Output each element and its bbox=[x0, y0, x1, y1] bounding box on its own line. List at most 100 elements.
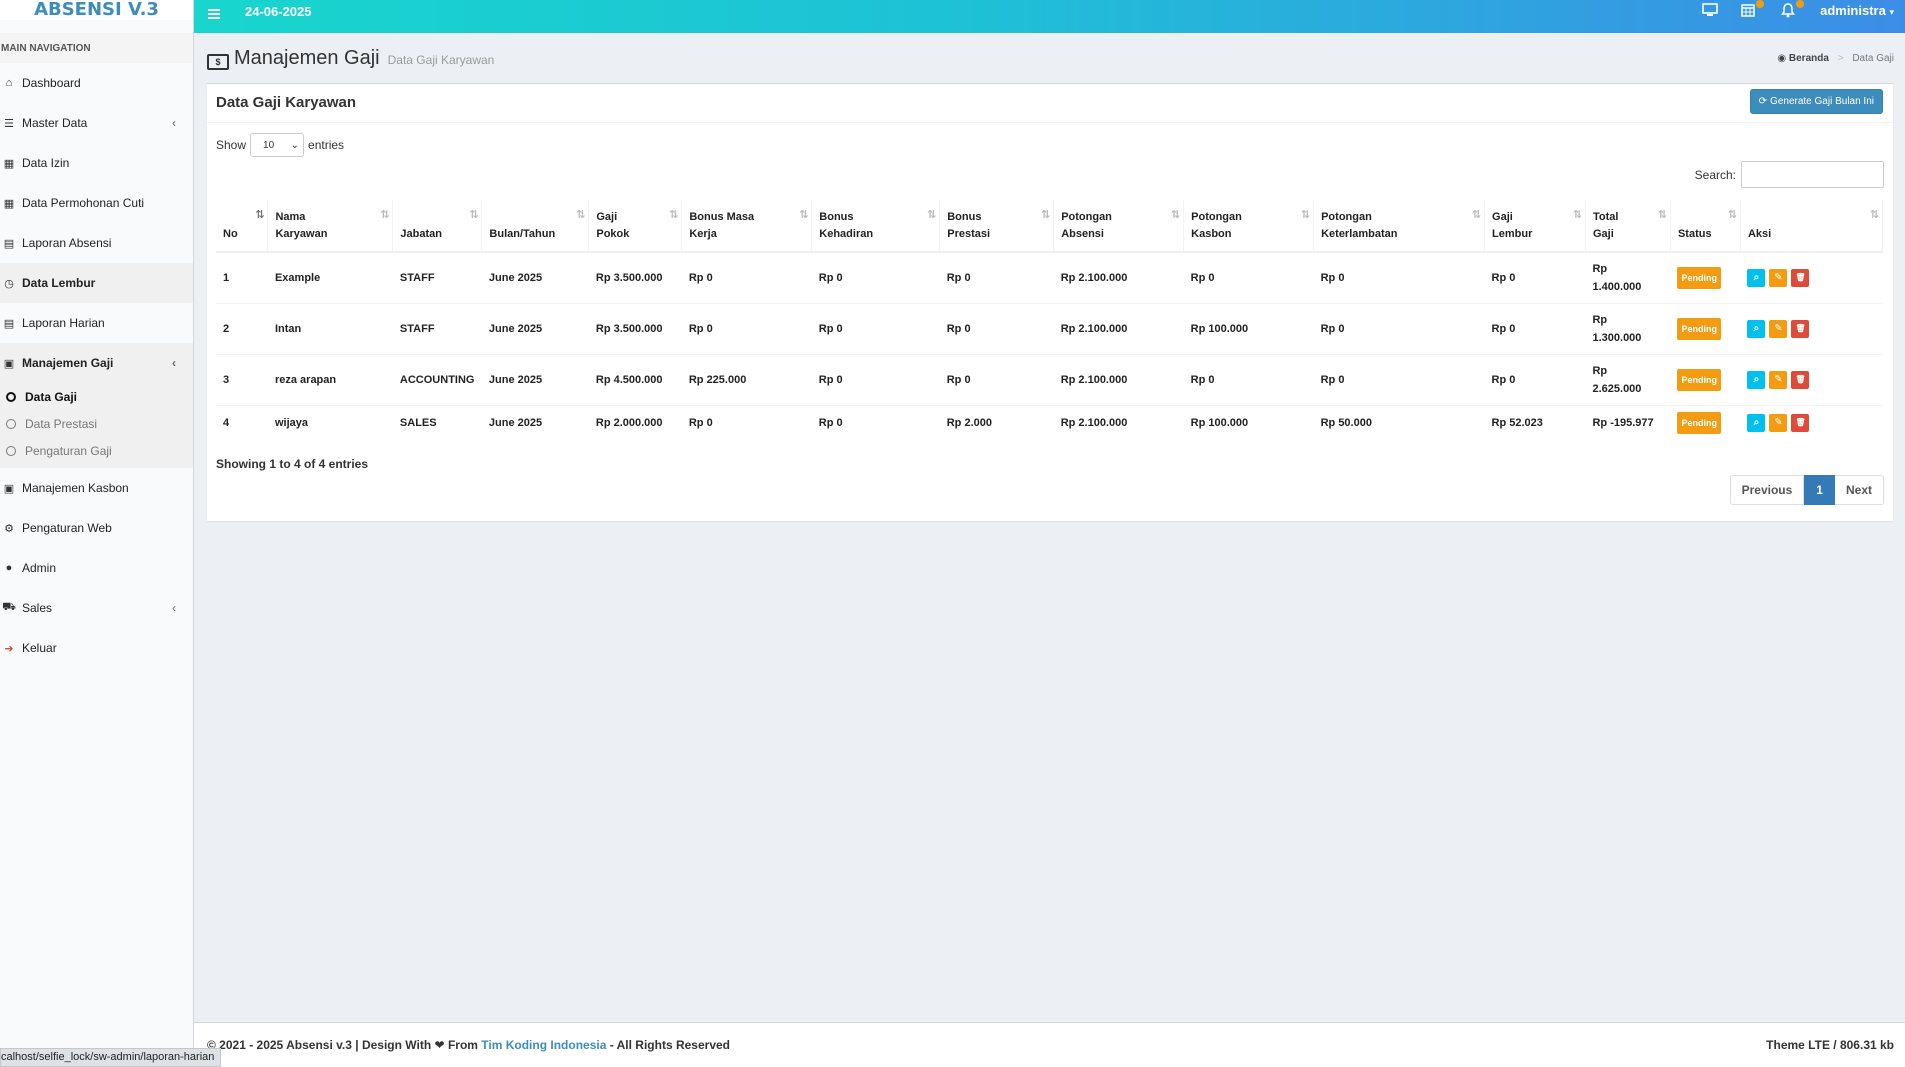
generate-salary-button[interactable]: ⟳ Generate Gaji Bulan Ini bbox=[1749, 89, 1883, 114]
pencil-icon: ✎ bbox=[1774, 323, 1783, 334]
browser-status-url: calhost/selfie_lock/sw-admin/laporan-har… bbox=[0, 1048, 222, 1067]
submenu-item-data-gaji[interactable]: Data Gaji bbox=[0, 383, 193, 410]
edit-button[interactable]: ✎ bbox=[1769, 269, 1788, 288]
cart-icon: ⛟ bbox=[2, 601, 16, 613]
cell-nama: Intan bbox=[267, 302, 393, 354]
edit-button[interactable]: ✎ bbox=[1769, 320, 1788, 338]
hamburger-menu-icon[interactable] bbox=[208, 9, 220, 19]
column-header[interactable]: Bonus Prestasi ⇅ bbox=[939, 200, 1055, 253]
delete-button[interactable]: 🗑 bbox=[1791, 320, 1810, 338]
sidebar-item-data-lembur[interactable]: ◷ Data Lembur bbox=[0, 263, 193, 303]
column-header[interactable]: Bonus Kehadiran ⇅ bbox=[811, 200, 941, 253]
search-input[interactable] bbox=[1741, 161, 1884, 188]
sidebar-item-manajemen-kasbon[interactable]: ▣ Manajemen Kasbon bbox=[0, 468, 193, 508]
cell-gaji-pokok: Rp 2.000.000 bbox=[588, 404, 682, 440]
view-button[interactable]: ⌕ bbox=[1747, 414, 1766, 433]
sidebar-item-sales[interactable]: ⛟ Sales ‹ bbox=[0, 588, 193, 628]
notification-badge bbox=[1796, 0, 1804, 8]
sidebar-item-laporan-absensi[interactable]: ▤ Laporan Absensi bbox=[0, 223, 193, 263]
view-button[interactable]: ⌕ bbox=[1747, 269, 1766, 288]
column-header[interactable]: Bulan/Tahun ⇅ bbox=[481, 200, 590, 253]
entries-select[interactable]: 10 ⌄ bbox=[250, 133, 305, 157]
sort-icon: ⇅ bbox=[1572, 209, 1582, 221]
cell-nama: reza arapan bbox=[267, 353, 393, 405]
cell-pot-telat: Rp 50.000 bbox=[1313, 404, 1485, 440]
total-gaji-line: Rp bbox=[1592, 313, 1608, 326]
sidebar-item-laporan-harian[interactable]: ▤ Laporan Harian bbox=[0, 303, 193, 343]
sidebar-item-dashboard[interactable]: ⌂ Dashboard bbox=[0, 63, 193, 103]
sidebar-item-data-izin[interactable]: ▦ Data Izin bbox=[0, 143, 193, 183]
cell-pot-kasbon: Rp 100.000 bbox=[1183, 302, 1314, 354]
breadcrumb: ◉ Beranda > Data Gaji bbox=[1777, 53, 1894, 64]
column-header[interactable]: Total Gaji ⇅ bbox=[1585, 200, 1671, 253]
sidebar-item-master-data[interactable]: ☰ Master Data ‹ bbox=[0, 103, 193, 143]
search-label: Search: bbox=[1694, 167, 1736, 182]
view-button[interactable]: ⌕ bbox=[1747, 320, 1766, 338]
column-header[interactable]: Aksi ⇅ bbox=[1740, 200, 1884, 253]
column-header[interactable]: Gaji Lembur ⇅ bbox=[1484, 200, 1586, 253]
pencil-icon: ✎ bbox=[1774, 272, 1783, 284]
cell-gaji-pokok: Rp 3.500.000 bbox=[588, 251, 682, 303]
sidebar-item-pengaturan-web[interactable]: ⚙ Pengaturan Web bbox=[0, 508, 193, 548]
trash-icon: 🗑 bbox=[1795, 418, 1806, 428]
sidebar-item-label: Pengaturan Web bbox=[22, 521, 112, 535]
sort-icon: ⇅ bbox=[576, 209, 585, 221]
pagination-previous[interactable]: Previous bbox=[1729, 475, 1805, 505]
column-header[interactable]: Potongan Keterlambatan ⇅ bbox=[1313, 200, 1486, 253]
sidebar-item-label: Manajemen Gaji bbox=[22, 356, 114, 370]
edit-button[interactable]: ✎ bbox=[1769, 371, 1788, 389]
column-header[interactable]: Potongan Kasbon ⇅ bbox=[1183, 200, 1315, 253]
pagination-next[interactable]: Next bbox=[1834, 475, 1884, 505]
column-header[interactable]: Jabatan ⇅ bbox=[392, 200, 483, 253]
column-header[interactable]: Potongan Absensi ⇅ bbox=[1053, 200, 1185, 253]
table-row: 1 Example STAFF June 2025 Rp 3.500.000 Rp 0 Rp… bbox=[216, 251, 1883, 303]
box-divider bbox=[207, 122, 1893, 123]
column-header[interactable]: Nama Karyawan ⇅ bbox=[267, 200, 394, 253]
delete-button[interactable]: 🗑 bbox=[1791, 371, 1810, 389]
footer-link[interactable]: Tim Koding Indonesia bbox=[481, 1038, 606, 1052]
column-header[interactable]: Gaji Pokok ⇅ bbox=[588, 200, 683, 253]
column-header[interactable]: Status ⇅ bbox=[1670, 200, 1741, 253]
pagination-page-1[interactable]: 1 bbox=[1804, 475, 1835, 505]
column-header-label: Potongan bbox=[1061, 211, 1112, 223]
cell-bonus-hadir: Rp 0 bbox=[811, 302, 940, 354]
sidebar-item-data-permohonan-cuti[interactable]: ▦ Data Permohonan Cuti bbox=[0, 183, 193, 223]
bell-icon[interactable] bbox=[1781, 0, 1804, 19]
table-header-row: No ⇅ Nama Karyawan ⇅ Jabatan ⇅ Bulan/Tahun ⇅ Gaji… bbox=[216, 200, 1884, 253]
table-info: Showing 1 to 4 of 4 entries bbox=[216, 457, 369, 471]
edit-button[interactable]: ✎ bbox=[1769, 414, 1788, 433]
sidebar-item-keluar[interactable]: ➜ Keluar bbox=[0, 628, 193, 668]
delete-button[interactable]: 🗑 bbox=[1791, 269, 1810, 288]
view-button[interactable]: ⌕ bbox=[1747, 371, 1766, 389]
delete-button[interactable]: 🗑 bbox=[1791, 414, 1810, 433]
column-header-label: No bbox=[223, 228, 238, 240]
column-header-label: Pokok bbox=[596, 228, 630, 240]
calendar-icon[interactable] bbox=[1741, 0, 1764, 19]
cell-status: Pending bbox=[1670, 404, 1741, 440]
total-gaji-line: 2.625.000 bbox=[1592, 382, 1642, 395]
app-logo[interactable]: ABSENSI V.3 bbox=[0, 0, 193, 20]
cell-pot-kasbon: Rp 100.000 bbox=[1183, 404, 1314, 440]
sidebar-item-manajemen-gaji[interactable]: ▣ Manajemen Gaji ‹ bbox=[0, 343, 193, 383]
cell-status: Pending bbox=[1670, 251, 1741, 303]
pencil-icon: ✎ bbox=[1774, 374, 1783, 385]
user-menu[interactable]: administra ▾ bbox=[1820, 3, 1894, 18]
sidebar-item-admin[interactable]: ● Admin bbox=[0, 548, 193, 588]
column-header-label: Aksi bbox=[1747, 228, 1772, 240]
monitor-icon[interactable] bbox=[1702, 3, 1720, 19]
cell-pot-telat: Rp 0 bbox=[1313, 251, 1485, 303]
sidebar-item-label: Keluar bbox=[22, 641, 57, 655]
table-body: 1 Example STAFF June 2025 Rp 3.500.000 Rp 0 Rp… bbox=[216, 251, 1883, 440]
cell-bonus-prestasi: Rp 0 bbox=[939, 251, 1054, 303]
breadcrumb-home[interactable]: Beranda bbox=[1789, 53, 1829, 64]
column-header[interactable]: No ⇅ bbox=[216, 200, 269, 253]
entries-select-value: 10 bbox=[263, 139, 275, 151]
footer: © 2021 - 2025 Absensi v.3 | Design With … bbox=[194, 1022, 1905, 1067]
cell-no: 1 bbox=[216, 251, 268, 303]
column-header[interactable]: Bonus Masa Kerja ⇅ bbox=[681, 200, 813, 253]
submenu-item-pengaturan-gaji[interactable]: Pengaturan Gaji bbox=[0, 437, 193, 464]
calendar-icon: ▦ bbox=[3, 197, 15, 210]
submenu-item-data-prestasi[interactable]: Data Prestasi bbox=[0, 410, 193, 437]
cell-actions: ⌕ ✎ 🗑 bbox=[1740, 302, 1883, 354]
sidebar-item-label: Laporan Harian bbox=[22, 316, 105, 330]
